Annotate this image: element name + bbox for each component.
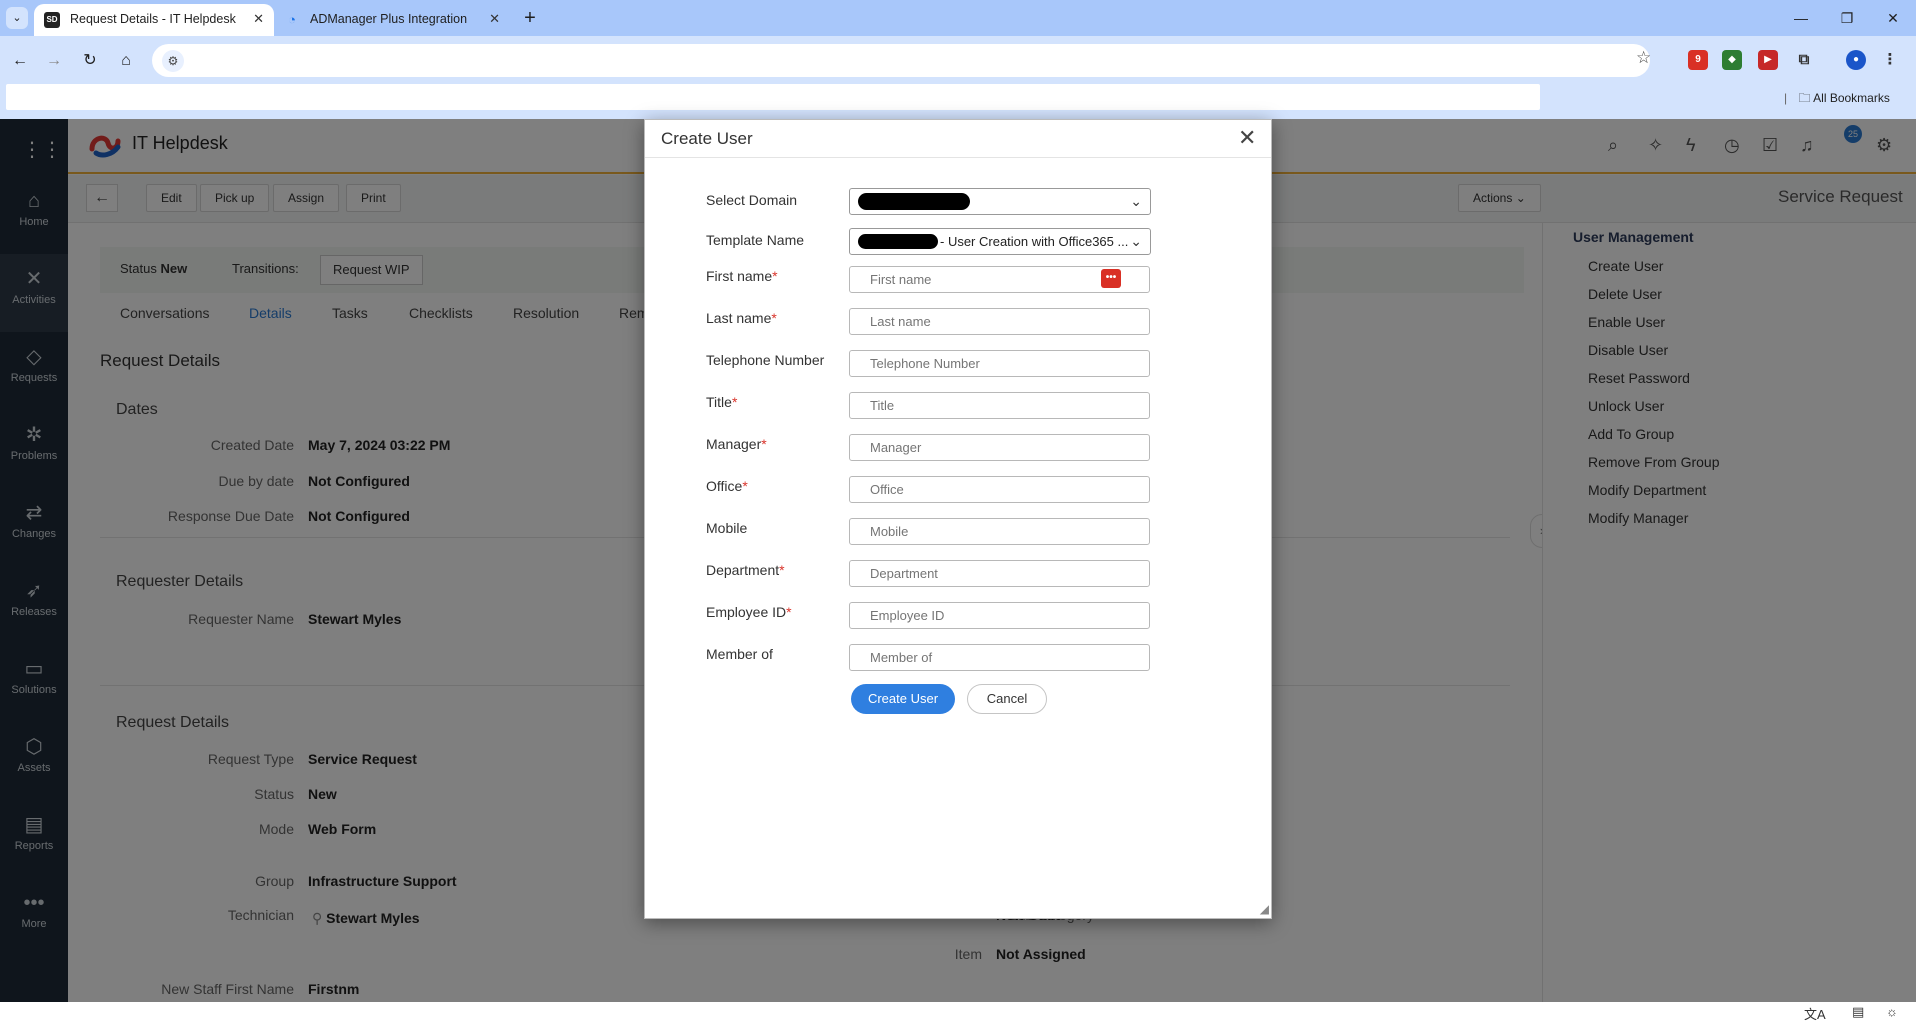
minimize-icon[interactable]: — [1778,0,1824,36]
bookmark-star-icon[interactable]: ☆ [1636,48,1651,68]
member-of-input[interactable] [849,644,1150,671]
browser-tab-request-details[interactable]: SD Request Details - IT Helpdesk ✕ [34,4,274,36]
browser-tab-admanager[interactable]: ◔ ADManager Plus Integration ✕ [274,4,510,36]
manager-label: Manager* [706,436,767,452]
extension-green-icon[interactable]: ◆ [1722,50,1742,70]
all-bookmarks-button[interactable]: | 🗀 All Bookmarks [1784,89,1890,110]
first-name-label: First name* [706,268,778,284]
redacted-template-prefix-mark [858,234,938,249]
template-name-value: - User Creation with Office365 ... [940,234,1129,249]
dialog-title: Create User [661,129,753,148]
select-domain-label: Select Domain [706,192,798,208]
browser-menu-icon[interactable]: ⋮ [1880,50,1900,70]
required-asterisk: * [786,604,792,620]
telephone-number-label: Telephone Number [706,352,825,368]
employee-id-input[interactable] [849,602,1150,629]
required-asterisk: * [731,394,738,410]
title-label: Title* [706,394,737,410]
tab-search-chevron-icon[interactable]: ⌄ [6,7,28,29]
reload-icon[interactable]: ↻ [76,48,104,74]
extension-red-icon[interactable]: 9 [1688,50,1708,70]
mobile-label: Mobile [706,520,748,536]
title-label-text: Title [706,394,732,410]
required-asterisk: * [779,562,785,578]
last-name-label-text: Last name [706,310,772,326]
required-asterisk: * [772,268,778,284]
home-page-icon[interactable]: ⌂ [112,48,140,74]
required-asterisk: * [761,436,767,452]
resize-handle-icon[interactable]: ◢ [1260,902,1269,916]
tablet-icon[interactable]: ▤ [1852,1004,1864,1020]
folder-icon: 🗀 [1798,91,1811,105]
extensions-puzzle-icon[interactable]: ⧉ [1794,50,1814,70]
restore-icon[interactable]: ❐ [1824,0,1870,36]
member-of-label: Member of [706,646,773,662]
language-icon[interactable]: 文A [1804,1004,1826,1022]
bookmarks-bar [6,84,1540,110]
department-label: Department* [706,562,785,578]
manager-input[interactable] [849,434,1150,461]
dialog-header: Create User ✕ [645,120,1271,158]
profile-icon[interactable]: ● [1846,50,1866,70]
tab-title: ADManager Plus Integration [310,12,468,26]
new-tab-plus-icon[interactable]: + [516,4,544,32]
chevron-down-icon: ⌄ [1130,193,1142,209]
office-label: Office* [706,478,748,494]
os-status-strip: 文A ▤ ☼ [0,1002,1916,1022]
window-close-icon[interactable]: ✕ [1870,0,1916,36]
all-bookmarks-label: All Bookmarks [1813,91,1890,105]
office-label-text: Office [706,478,743,494]
site-settings-icon[interactable]: ⚙ [162,50,184,72]
forward-arrow-icon[interactable]: → [40,48,68,74]
back-arrow-icon[interactable]: ← [6,48,34,74]
redacted-domain-mark [858,193,970,210]
title-input[interactable] [849,392,1150,419]
required-asterisk: * [742,478,748,494]
browser-tab-strip: ⌄ SD Request Details - IT Helpdesk ✕ ◔ A… [0,0,1916,36]
office-input[interactable] [849,476,1150,503]
employee-id-label-text: Employee ID [706,604,787,620]
password-manager-icon[interactable]: ••• [1101,269,1121,288]
template-name-dropdown[interactable]: - User Creation with Office365 ... ⌄ [849,228,1151,255]
telephone-number-input[interactable] [849,350,1150,377]
dialog-close-icon[interactable]: ✕ [1238,126,1256,150]
template-name-label: Template Name [706,232,805,248]
address-bar[interactable] [152,44,1650,77]
required-asterisk: * [771,310,777,326]
create-user-button[interactable]: Create User [851,684,955,714]
create-user-dialog: Create User ✕ Select Domain ⌄ Template N… [644,119,1272,919]
extension-video-icon[interactable]: ▶ [1758,50,1778,70]
tab-title: Request Details - IT Helpdesk [70,12,236,26]
select-domain-dropdown[interactable]: ⌄ [849,188,1151,215]
last-name-input[interactable] [849,308,1150,335]
last-name-label: Last name* [706,310,777,326]
department-label-text: Department [706,562,780,578]
first-name-label-text: First name [706,268,773,284]
separator: | [1784,91,1788,105]
servicedesk-favicon-icon: SD [44,12,60,28]
tab-close-icon[interactable]: ✕ [253,4,264,34]
chevron-down-icon: ⌄ [1130,233,1142,249]
mobile-input[interactable] [849,518,1150,545]
tab-close-icon[interactable]: ✕ [489,4,500,34]
admanager-favicon-icon: ◔ [288,12,296,27]
manager-label-text: Manager [706,436,762,452]
employee-id-label: Employee ID* [706,604,792,620]
extension-badge: 9 [1695,54,1701,65]
department-input[interactable] [849,560,1150,587]
brightness-icon[interactable]: ☼ [1886,1004,1898,1019]
cancel-button[interactable]: Cancel [967,684,1047,714]
